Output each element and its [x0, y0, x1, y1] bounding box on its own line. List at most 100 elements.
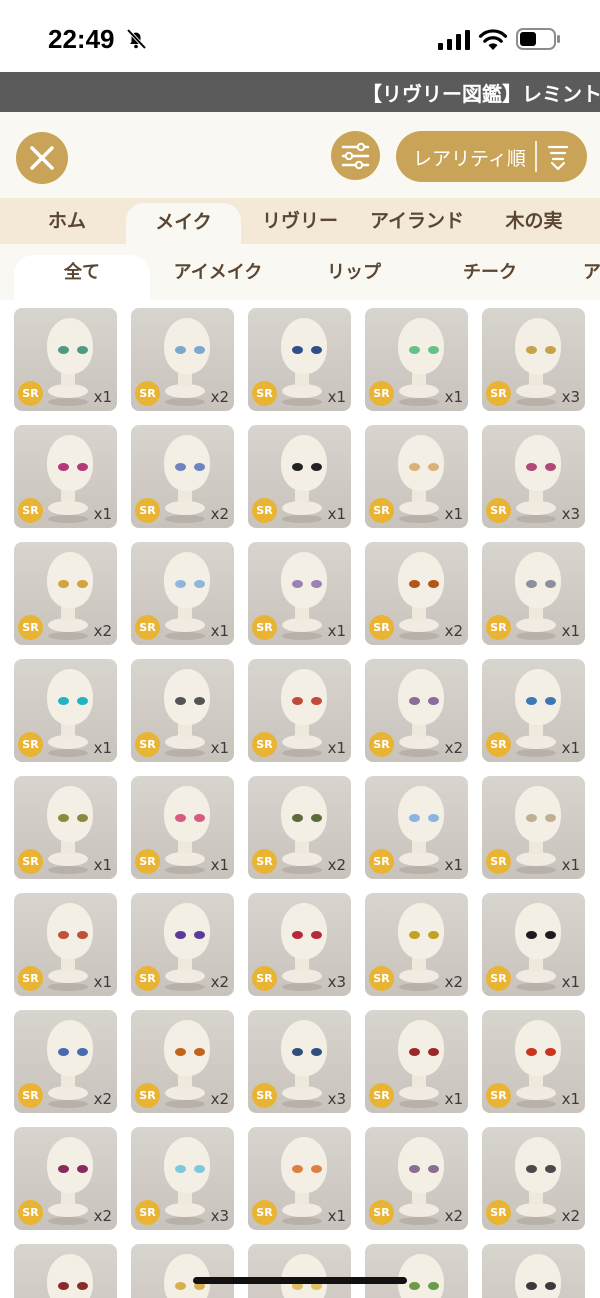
sort-label: レアリティ順 — [413, 148, 526, 170]
makeup-item-card[interactable]: SR x1 — [14, 308, 117, 411]
item-grid: SR x1 SR x2 SR x1 SR x1 SR x3 SR x1 SR x2 SR x1 SR x1 SR x3… — [0, 300, 600, 1298]
makeup-item-card[interactable]: SR x1 — [365, 425, 468, 528]
eye-left — [526, 463, 537, 471]
makeup-item-card[interactable]: SR x2 — [482, 1127, 585, 1230]
stand-shadow — [399, 983, 439, 991]
stand-shadow — [516, 1217, 556, 1225]
makeup-item-card[interactable]: SR x2 — [14, 1010, 117, 1113]
eye-right — [545, 580, 556, 588]
makeup-item-card[interactable] — [14, 1244, 117, 1298]
rarity-badge: SR — [252, 1200, 277, 1225]
rarity-badge: SR — [252, 966, 277, 991]
makeup-item-card[interactable]: SR x1 — [482, 1010, 585, 1113]
eye-left — [175, 1282, 186, 1290]
makeup-item-card[interactable]: SR x3 — [131, 1127, 234, 1230]
makeup-item-card[interactable]: SR x3 — [248, 1010, 351, 1113]
makeup-item-card[interactable]: SR x3 — [482, 425, 585, 528]
makeup-item-card[interactable] — [131, 1244, 234, 1298]
tab-make[interactable]: メイク — [126, 203, 241, 244]
makeup-item-card[interactable]: SR x1 — [14, 776, 117, 879]
makeup-item-card[interactable]: SR x3 — [248, 893, 351, 996]
eye-left — [526, 814, 537, 822]
makeup-item-card[interactable]: SR x2 — [248, 776, 351, 879]
makeup-item-card[interactable]: SR x2 — [131, 308, 234, 411]
rarity-badge: SR — [252, 381, 277, 406]
item-count: x1 — [210, 856, 229, 874]
makeup-item-card[interactable] — [365, 1244, 468, 1298]
close-button[interactable] — [16, 132, 68, 184]
makeup-item-card[interactable]: SR x2 — [365, 659, 468, 762]
eye-left — [292, 1165, 303, 1173]
subtab-eye-makeup[interactable]: アイメイク — [150, 244, 286, 300]
tab-nuts[interactable]: 木の実 — [475, 198, 593, 244]
eye-left — [292, 580, 303, 588]
makeup-item-card[interactable]: SR x1 — [131, 542, 234, 645]
subtab-cheek[interactable]: チーク — [422, 244, 558, 300]
makeup-item-card[interactable]: SR x2 — [131, 1010, 234, 1113]
tab-livly[interactable]: リヴリー — [241, 198, 359, 244]
makeup-item-card[interactable]: SR x2 — [14, 1127, 117, 1230]
makeup-item-card[interactable]: SR x1 — [248, 659, 351, 762]
tab-island[interactable]: アイランド — [359, 198, 475, 244]
mannequin-base — [282, 969, 322, 983]
eye-right — [77, 463, 88, 471]
eye-left — [175, 1165, 186, 1173]
subtab-all[interactable]: 全て — [14, 255, 150, 300]
makeup-item-card[interactable]: SR x1 — [14, 659, 117, 762]
makeup-item-card[interactable]: SR x2 — [131, 893, 234, 996]
eye-right — [311, 1165, 322, 1173]
item-count: x2 — [93, 1090, 112, 1108]
item-count: x3 — [327, 1090, 346, 1108]
item-count: x2 — [210, 505, 229, 523]
subtab-lip[interactable]: リップ — [286, 244, 422, 300]
eye-left — [409, 697, 420, 705]
makeup-item-card[interactable]: SR x1 — [131, 659, 234, 762]
makeup-item-card[interactable]: SR x2 — [365, 1127, 468, 1230]
filter-button[interactable] — [331, 131, 380, 180]
item-count: x3 — [561, 505, 580, 523]
mannequin-head — [281, 1254, 327, 1298]
item-count: x1 — [93, 505, 112, 523]
eye-left — [175, 697, 186, 705]
eye-right — [311, 346, 322, 354]
rarity-badge: SR — [486, 498, 511, 523]
mannequin-base — [282, 618, 322, 632]
makeup-item-card[interactable]: SR x1 — [14, 893, 117, 996]
makeup-item-card[interactable]: SR x1 — [365, 308, 468, 411]
makeup-item-card[interactable]: SR x1 — [248, 542, 351, 645]
stand-shadow — [516, 398, 556, 406]
makeup-item-card[interactable]: SR x3 — [482, 308, 585, 411]
makeup-item-card[interactable]: SR x2 — [365, 542, 468, 645]
makeup-item-card[interactable]: SR x2 — [14, 542, 117, 645]
makeup-item-card[interactable]: SR x1 — [365, 776, 468, 879]
eye-left — [526, 1048, 537, 1056]
makeup-item-card[interactable]: SR x1 — [14, 425, 117, 528]
makeup-item-card[interactable]: SR x2 — [365, 893, 468, 996]
makeup-item-card[interactable]: SR x1 — [482, 893, 585, 996]
makeup-item-card[interactable]: SR x1 — [482, 542, 585, 645]
battery-icon — [516, 28, 560, 50]
eye-right — [428, 814, 439, 822]
tab-home[interactable]: ホム — [8, 198, 126, 244]
subtab-more[interactable]: ア — [572, 244, 600, 300]
rarity-badge: SR — [252, 615, 277, 640]
eye-right — [194, 580, 205, 588]
makeup-item-card[interactable]: SR x1 — [248, 425, 351, 528]
makeup-item-card[interactable]: SR x1 — [248, 1127, 351, 1230]
makeup-item-card[interactable]: SR x1 — [131, 776, 234, 879]
makeup-item-card[interactable] — [482, 1244, 585, 1298]
eye-left — [292, 697, 303, 705]
sort-button[interactable]: レアリティ順 — [396, 131, 587, 182]
makeup-item-card[interactable]: SR x2 — [131, 425, 234, 528]
makeup-item-card[interactable]: SR x1 — [248, 308, 351, 411]
ticker-text: 【リヴリー図鑑】レミント: 5 — [362, 82, 600, 106]
makeup-item-card[interactable]: SR x1 — [365, 1010, 468, 1113]
eye-right — [77, 697, 88, 705]
makeup-item-card[interactable] — [248, 1244, 351, 1298]
makeup-item-card[interactable]: SR x1 — [482, 659, 585, 762]
makeup-item-card[interactable]: SR x1 — [482, 776, 585, 879]
eye-left — [58, 1165, 69, 1173]
close-icon — [30, 146, 54, 170]
eye-left — [409, 580, 420, 588]
eye-right — [545, 1282, 556, 1290]
